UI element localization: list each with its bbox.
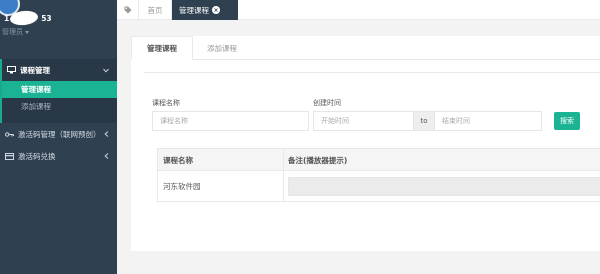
monitor-icon: [6, 65, 16, 75]
column-header-course-name: 课程名称: [163, 155, 193, 165]
chevron-down-icon: [103, 66, 109, 75]
sidebar-item-label: 激活码管理（联网预创）: [18, 129, 101, 139]
sidebar-item-add-course[interactable]: 添加课程: [2, 98, 117, 115]
tab-home[interactable]: 首页: [139, 0, 172, 20]
chevron-left-icon: [104, 152, 109, 161]
nav-group-course: 课程管理 管理课程 添加课程: [0, 59, 117, 123]
user-profile: 1 53 管理员: [0, 0, 117, 52]
user-role-dropdown[interactable]: 管理员: [2, 27, 29, 37]
course-name-input[interactable]: [152, 111, 309, 131]
remark-field[interactable]: [288, 177, 600, 196]
tab-label: 管理课程: [179, 5, 209, 15]
course-name-cell: 河东软件园: [163, 182, 201, 191]
caret-down-icon: [25, 30, 29, 34]
card-icon: [4, 151, 14, 161]
course-table: 课程名称 备注(播放器提示) 河东软件园: [157, 148, 600, 202]
subtab-bar: 管理课程 添加课程: [131, 36, 600, 60]
created-time-label: 创建时间: [313, 99, 341, 107]
end-time-input[interactable]: [434, 111, 542, 131]
start-time-input[interactable]: [313, 111, 414, 131]
user-role-label: 管理员: [2, 28, 23, 36]
tab-manage-course[interactable]: 管理课程 ×: [172, 0, 238, 20]
subtab-manage-course[interactable]: 管理课程: [131, 36, 193, 60]
sidebar-item-course-management[interactable]: 课程管理: [2, 59, 117, 81]
sidebar-item-activation-code-redeem[interactable]: 激活码兑换: [0, 145, 117, 167]
course-name-label: 课程名称: [152, 99, 180, 107]
tab-bar: 首页 管理课程 ×: [117, 0, 600, 20]
sidebar-item-activation-code-management[interactable]: 激活码管理（联网预创）: [0, 123, 117, 145]
sidebar-item-label: 课程管理: [20, 65, 50, 75]
chevron-left-icon: [104, 130, 109, 139]
column-header-remark: 备注(播放器提示): [288, 155, 348, 165]
date-range-separator: to: [414, 111, 434, 131]
sidebar-nav: 课程管理 管理课程 添加课程 激活码管理（联网预创） 激活码兑换: [0, 59, 117, 167]
tag-icon[interactable]: [117, 0, 139, 20]
subtab-add-course[interactable]: 添加课程: [197, 36, 247, 60]
search-button[interactable]: 搜索: [554, 112, 580, 130]
sidebar: 1 53 管理员 课程管理 管理课程 添加课程 激活码管理（联网预创） 激活码兑…: [0, 0, 117, 274]
search-form: 课程名称 创建时间 to 搜索: [144, 72, 600, 136]
sidebar-item-manage-course[interactable]: 管理课程: [2, 81, 117, 98]
key-icon: [4, 129, 14, 139]
content-panel: 管理课程 添加课程 课程名称 创建时间 to 搜索 课程名称 备注(播放器提示)…: [131, 36, 600, 251]
table-header: 课程名称 备注(播放器提示): [158, 149, 600, 171]
close-icon[interactable]: ×: [212, 6, 220, 14]
sidebar-item-label: 激活码兑换: [18, 151, 56, 161]
table-row: 河东软件园: [158, 171, 600, 202]
